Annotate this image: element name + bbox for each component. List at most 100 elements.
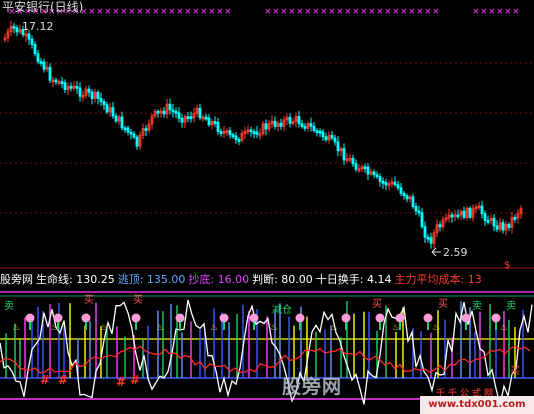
cross-marker: × — [168, 7, 176, 17]
signal-text-marker: 买 — [84, 294, 94, 306]
candle-body — [177, 112, 181, 119]
cross-marker: × — [208, 7, 216, 17]
candle-body — [216, 121, 220, 132]
signal-text-marker: 减仓 — [272, 303, 292, 316]
cross-marker: × — [152, 7, 160, 17]
candle-body — [342, 148, 346, 161]
candle-body — [438, 224, 442, 228]
candle-body — [480, 205, 484, 215]
cross-marker: × — [216, 7, 224, 17]
candle-body — [252, 131, 256, 135]
candle-body — [300, 123, 304, 127]
indicator-item: 主力平均成本: 13 — [394, 273, 482, 286]
candle-body — [324, 136, 328, 141]
candle-body — [330, 135, 334, 139]
cross-marker: × — [472, 7, 480, 17]
candle-body — [69, 85, 73, 89]
pink-flower-marker — [395, 313, 405, 323]
cross-marker: × — [352, 7, 360, 17]
candle-body — [114, 115, 118, 122]
candle-body — [234, 135, 238, 140]
cross-marker: × — [424, 7, 432, 17]
candle-body — [129, 131, 133, 135]
cross-marker: × — [496, 7, 504, 17]
flame-marker: ♨ — [12, 323, 20, 333]
cross-marker: × — [400, 7, 408, 17]
bottom-buy-marker: # — [58, 373, 68, 387]
candle-body — [384, 181, 388, 186]
candle-body — [456, 214, 460, 218]
signal-text-marker: 买 — [438, 298, 448, 310]
candle-body — [219, 131, 223, 134]
candle-body — [318, 130, 322, 134]
candle-body — [96, 91, 100, 99]
candle-body — [273, 120, 277, 127]
low-pointer — [431, 247, 441, 257]
candle-body — [204, 116, 208, 120]
flame-marker: ♨ — [210, 323, 218, 333]
cross-marker: × — [120, 7, 128, 17]
candle-body — [501, 222, 505, 231]
candle-body — [513, 216, 517, 220]
candle-body — [228, 130, 232, 136]
candle-body — [198, 107, 202, 119]
cross-marker: × — [200, 7, 208, 17]
pink-flower-marker — [341, 313, 351, 323]
cross-marker: × — [296, 7, 304, 17]
flower-stem — [427, 322, 429, 330]
candle-body — [255, 131, 259, 135]
cross-marker: × — [160, 7, 168, 17]
candle-body — [186, 116, 190, 120]
dollar-marker: $ — [504, 260, 510, 271]
candle-body — [405, 195, 409, 200]
cross-marker: × — [264, 7, 272, 17]
indicator-item: 十日换手: 4.14 — [315, 273, 392, 286]
candle-body — [36, 53, 40, 62]
candle-body — [351, 157, 355, 165]
candle-body — [126, 127, 130, 133]
cross-marker: × — [336, 7, 344, 17]
flower-stem — [253, 322, 255, 330]
candle-body — [468, 207, 472, 218]
candle-body — [486, 220, 490, 223]
candlestick-series[interactable] — [3, 20, 523, 249]
price-low-label: 2.59 — [443, 246, 468, 259]
candle-body — [381, 180, 385, 184]
candle-body — [105, 104, 109, 113]
candle-body — [180, 117, 184, 123]
candle-body — [189, 116, 193, 120]
cross-marker: × — [112, 7, 120, 17]
candle-body — [123, 127, 127, 131]
indicator-item: 生命线: 130.25 — [36, 273, 115, 286]
candle-body — [315, 130, 319, 133]
candle-body — [78, 87, 82, 97]
candle-body — [420, 212, 424, 228]
cross-marker: × — [512, 7, 520, 17]
cross-marker: × — [288, 7, 296, 17]
pink-flower-marker — [295, 313, 305, 323]
candle-body — [135, 136, 139, 147]
candle-body — [399, 187, 403, 194]
candle-body — [174, 110, 178, 114]
cross-marker: × — [368, 7, 376, 17]
candle-body — [312, 125, 316, 131]
pink-flower-marker — [219, 313, 229, 323]
candle-body — [27, 33, 31, 40]
candle-body — [168, 103, 172, 111]
candle-body — [363, 166, 367, 170]
candle-body — [297, 116, 301, 125]
candle-body — [417, 210, 421, 214]
candle-body — [492, 217, 496, 227]
candle-body — [12, 25, 16, 29]
candle-body — [336, 141, 340, 152]
pink-flower-marker — [131, 313, 141, 323]
candle-body — [507, 223, 511, 228]
candle-body — [354, 163, 358, 170]
candle-body — [237, 139, 241, 142]
site-url: www.tdx001.com — [420, 396, 534, 414]
cost-line — [0, 345, 531, 374]
flame-marker: ♨ — [156, 323, 164, 333]
candle-body — [378, 176, 382, 182]
candle-body — [144, 128, 148, 131]
candle-body — [450, 214, 454, 218]
